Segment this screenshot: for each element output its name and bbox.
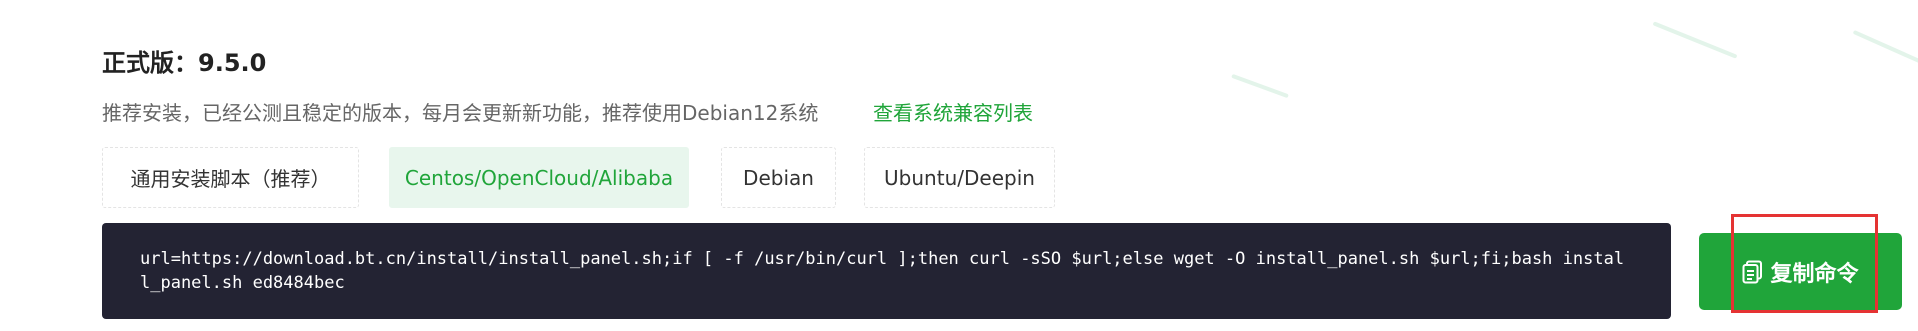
background-decoration	[1652, 21, 1738, 59]
compatibility-list-link[interactable]: 查看系统兼容列表	[873, 98, 1033, 128]
tab-centos[interactable]: Centos/OpenCloud/Alibaba	[389, 147, 689, 208]
background-decoration	[1231, 73, 1289, 99]
copy-icon	[1742, 260, 1764, 284]
copy-command-label: 复制命令	[1770, 261, 1859, 287]
release-title: 正式版：9.5.0	[102, 49, 267, 77]
tab-debian[interactable]: Debian	[721, 147, 836, 208]
install-command-box: url=https://download.bt.cn/install/insta…	[102, 223, 1671, 319]
tab-generic-script[interactable]: 通用安装脚本（推荐）	[102, 147, 359, 208]
copy-command-button[interactable]: 复制命令	[1699, 233, 1902, 310]
release-description: 推荐安装，已经公测且稳定的版本，每月会更新新功能，推荐使用Debian12系统	[102, 101, 819, 125]
background-decoration	[1852, 29, 1918, 67]
install-command-text[interactable]: url=https://download.bt.cn/install/insta…	[140, 247, 1633, 295]
tab-ubuntu[interactable]: Ubuntu/Deepin	[864, 147, 1055, 208]
